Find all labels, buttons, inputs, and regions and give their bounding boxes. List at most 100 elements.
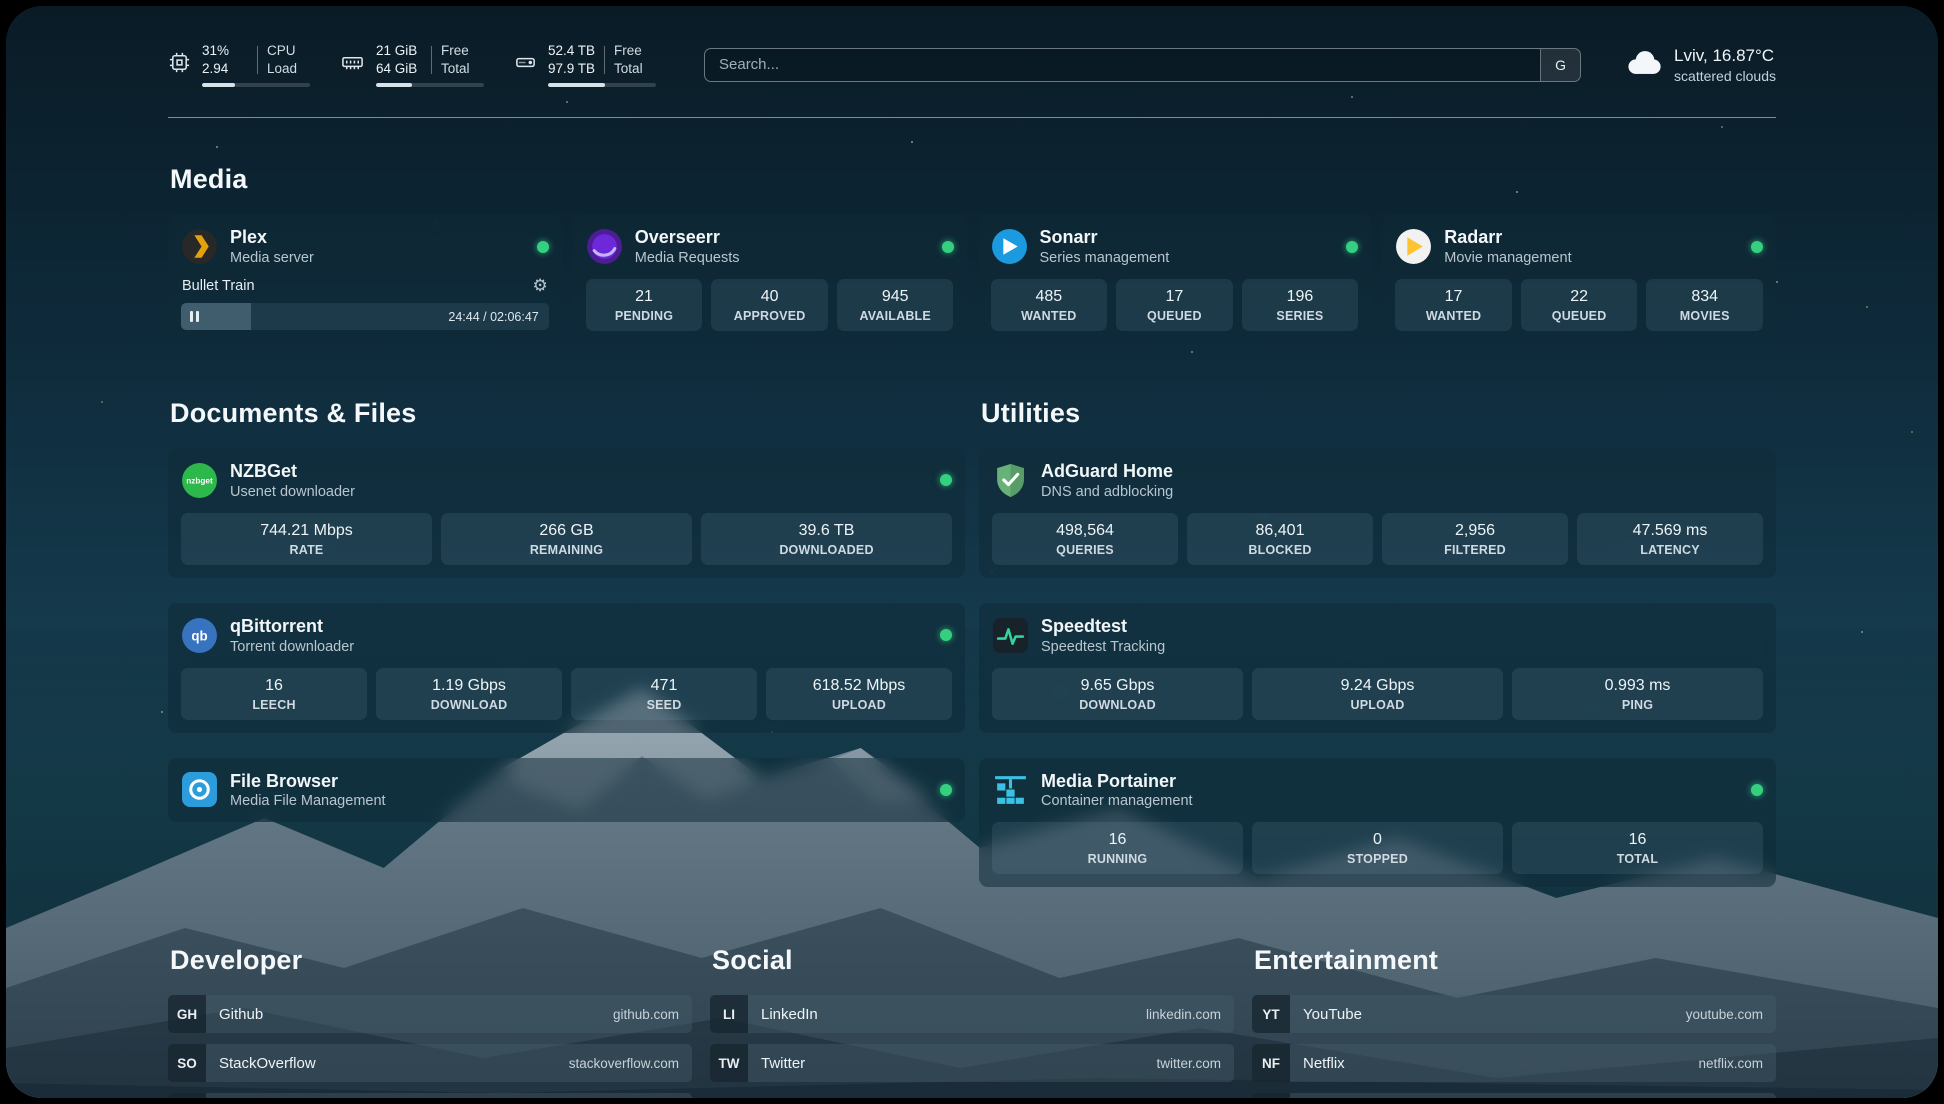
search-bar: G [704, 48, 1581, 82]
ram-total-label: Total [441, 60, 470, 78]
developer-section-title: Developer [170, 945, 692, 976]
stat-download: 9.65 Gbps DOWNLOAD [992, 668, 1243, 720]
entertainment-section: Entertainment YT YouTube youtube.com NF … [1252, 945, 1776, 1098]
stat-leech: 16 LEECH [181, 668, 367, 720]
qbittorrent-icon: qb [181, 617, 218, 654]
disk-total-label: Total [614, 60, 643, 78]
cpu-chip-icon [168, 51, 191, 79]
cpu-usage-value: 31% [202, 42, 248, 60]
svg-text:qb: qb [191, 628, 207, 643]
status-online-dot [537, 241, 549, 253]
bookmark-youtube[interactable]: YT YouTube youtube.com [1252, 995, 1776, 1033]
stat-rate: 744.21 Mbps RATE [181, 513, 432, 565]
bookmark-reddit[interactable]: RE Reddit reddit.com [1252, 1093, 1776, 1098]
stat-queries: 498,564 QUERIES [992, 513, 1178, 565]
qbittorrent-card[interactable]: qb qBittorrent Torrent downloader 16 [168, 603, 965, 733]
status-online-dot [942, 241, 954, 253]
bookmark-linkedin[interactable]: LI LinkedIn linkedin.com [710, 995, 1234, 1033]
filebrowser-card[interactable]: File Browser Media File Management [168, 758, 965, 823]
sonarr-icon [991, 228, 1028, 265]
entertainment-section-title: Entertainment [1254, 945, 1776, 976]
cpu-load-value: 2.94 [202, 60, 248, 78]
disk-icon [514, 51, 537, 79]
weather-location: Lviv, 16.87°C [1674, 46, 1776, 66]
weather-condition: scattered clouds [1674, 68, 1776, 84]
dashboard-screen: 31% 2.94 CPU Load [6, 6, 1938, 1098]
pause-icon[interactable] [190, 311, 199, 322]
speedtest-icon [992, 617, 1029, 654]
stat-wanted: 485 WANTED [991, 279, 1108, 331]
search-input[interactable] [705, 49, 1540, 81]
stackoverflow-icon: SO [168, 1044, 206, 1082]
cloud-icon [1625, 49, 1663, 81]
adguard-card[interactable]: AdGuard Home DNS and adblocking 498,564 … [979, 448, 1776, 578]
status-online-dot [940, 474, 952, 486]
app-subtitle: Torrent downloader [230, 639, 354, 655]
radarr-card[interactable]: Radarr Movie management 17 WANTED 22 QUE… [1382, 214, 1776, 344]
bookmark-dev[interactable]: DT DEV dev.to [168, 1093, 692, 1098]
bookmark-stackoverflow[interactable]: SO StackOverflow stackoverflow.com [168, 1044, 692, 1082]
bookmark-netflix[interactable]: NF Netflix netflix.com [1252, 1044, 1776, 1082]
app-subtitle: Media File Management [230, 793, 386, 809]
playback-progress-bar[interactable]: 24:44 / 02:06:47 [181, 303, 549, 330]
social-section: Social LI LinkedIn linkedin.com TW Twitt… [710, 945, 1234, 1093]
documents-section-title: Documents & Files [170, 398, 965, 429]
app-subtitle: Usenet downloader [230, 484, 355, 500]
app-title: Radarr [1444, 227, 1571, 248]
stat-running: 16 RUNNING [992, 822, 1243, 874]
app-title: qBittorrent [230, 616, 354, 637]
app-title: File Browser [230, 771, 386, 792]
sonarr-card[interactable]: Sonarr Series management 485 WANTED 17 Q… [978, 214, 1372, 344]
nzbget-card[interactable]: nzbget NZBGet Usenet downloader 744.21 M… [168, 448, 965, 578]
ram-progress-bar [376, 83, 484, 87]
adguard-shield-icon [992, 462, 1029, 499]
status-online-dot [940, 629, 952, 641]
dev-icon: DT [168, 1093, 206, 1098]
status-online-dot [1751, 241, 1763, 253]
portainer-card[interactable]: Media Portainer Container management 16 … [979, 758, 1776, 888]
status-online-dot [940, 784, 952, 796]
portainer-icon [992, 771, 1029, 808]
bookmark-twitter[interactable]: TW Twitter twitter.com [710, 1044, 1234, 1082]
stat-seed: 471 SEED [571, 668, 757, 720]
stat-wanted: 17 WANTED [1395, 279, 1512, 331]
developer-section: Developer GH Github github.com SO StackO… [168, 945, 692, 1098]
twitter-icon: TW [710, 1044, 748, 1082]
media-section: Media Plex Media server [168, 164, 1776, 344]
bookmark-github[interactable]: GH Github github.com [168, 995, 692, 1033]
search-engine-button[interactable]: G [1540, 49, 1580, 81]
disk-free-label: Free [614, 42, 643, 60]
filebrowser-icon [181, 771, 218, 808]
app-title: Speedtest [1041, 616, 1165, 637]
app-subtitle: Media server [230, 250, 314, 266]
ram-icon [340, 51, 365, 79]
app-title: Overseerr [635, 227, 740, 248]
stat-upload: 9.24 Gbps UPLOAD [1252, 668, 1503, 720]
app-subtitle: Container management [1041, 793, 1193, 809]
stat-latency: 47.569 ms LATENCY [1577, 513, 1763, 565]
app-subtitle: Series management [1040, 250, 1170, 266]
reddit-icon: RE [1252, 1093, 1290, 1098]
social-section-title: Social [712, 945, 1234, 976]
overseerr-icon [586, 228, 623, 265]
top-bar: 31% 2.94 CPU Load [168, 42, 1776, 87]
plex-icon [181, 228, 218, 265]
stat-queued: 22 QUEUED [1521, 279, 1638, 331]
ram-total-value: 64 GiB [376, 60, 422, 78]
app-title: NZBGet [230, 461, 355, 482]
app-subtitle: DNS and adblocking [1041, 484, 1173, 500]
header-divider [168, 117, 1776, 118]
linkedin-icon: LI [710, 995, 748, 1033]
status-online-dot [1751, 784, 1763, 796]
stat-filtered: 2,956 FILTERED [1382, 513, 1568, 565]
plex-card[interactable]: Plex Media server Bullet Train ⚙ 24:44 /… [168, 214, 562, 344]
settings-gear-icon[interactable]: ⚙ [533, 277, 548, 294]
nzbget-icon: nzbget [181, 462, 218, 499]
speedtest-card[interactable]: Speedtest Speedtest Tracking 9.65 Gbps D… [979, 603, 1776, 733]
system-metrics: 31% 2.94 CPU Load [168, 42, 656, 87]
overseerr-card[interactable]: Overseerr Media Requests 21 PENDING 40 A… [573, 214, 967, 344]
stat-stopped: 0 STOPPED [1252, 822, 1503, 874]
svg-text:nzbget: nzbget [186, 477, 213, 486]
cpu-usage-label: CPU [267, 42, 297, 60]
disk-total-value: 97.9 TB [548, 60, 595, 78]
